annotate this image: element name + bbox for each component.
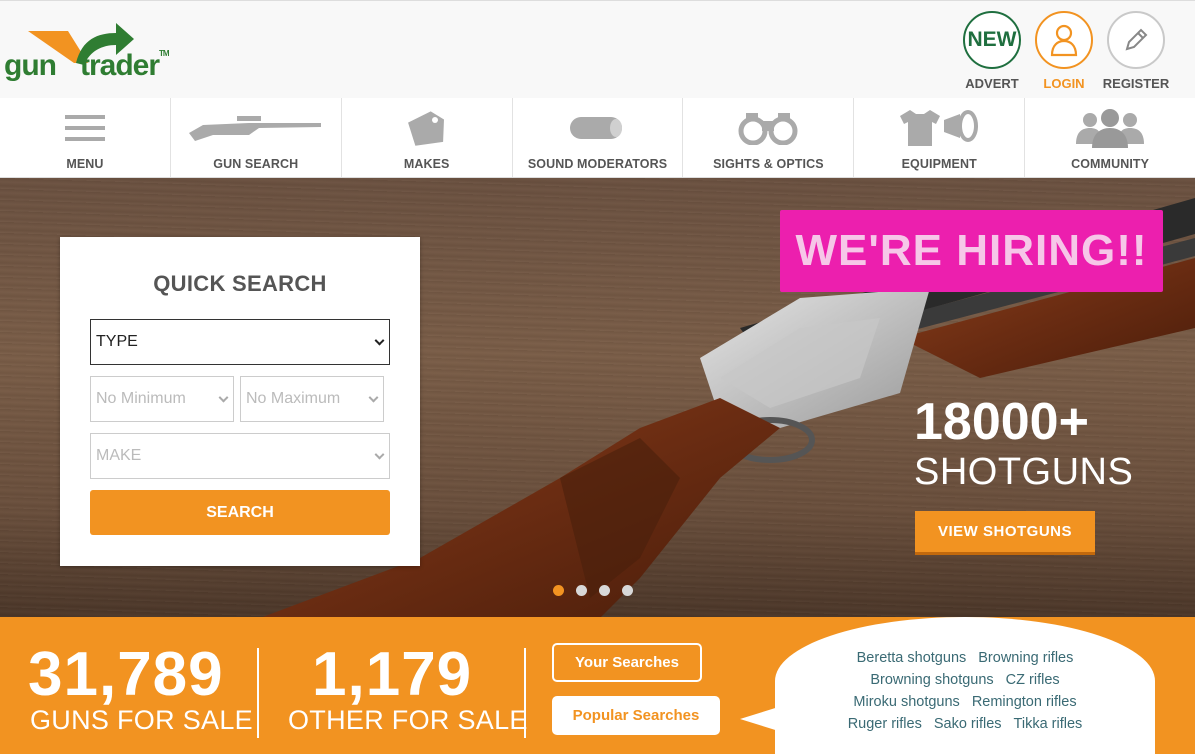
popular-searches-button[interactable]: Popular Searches: [552, 696, 720, 735]
community-icon: [1025, 104, 1195, 152]
equipment-icon: [854, 104, 1024, 152]
hiring-banner[interactable]: WE'RE HIRING!!: [780, 210, 1163, 292]
nav-label: COMMUNITY: [1071, 157, 1150, 171]
site-header: gun traderTM NEW ADVERT LOGIN REGISTER: [0, 0, 1195, 98]
min-price-select[interactable]: No Minimum: [90, 376, 234, 422]
pencil-icon: [1107, 11, 1165, 69]
other-count: 1,179: [312, 640, 473, 709]
register-label: REGISTER: [1102, 76, 1170, 91]
register-button[interactable]: REGISTER: [1103, 11, 1169, 91]
nav-item-gun-search[interactable]: GUN SEARCH: [171, 98, 342, 177]
user-icon: [1035, 11, 1093, 69]
your-searches-button[interactable]: Your Searches: [552, 643, 702, 682]
quick-search-panel: QUICK SEARCH TYPE No Minimum No Maximum …: [60, 237, 420, 566]
carousel-dot[interactable]: [576, 585, 587, 596]
page: gun traderTM NEW ADVERT LOGIN REGISTER ME…: [0, 0, 1195, 754]
nav-item-sound-moderators[interactable]: SOUND MODERATORS: [513, 98, 684, 177]
max-price-select[interactable]: No Maximum: [240, 376, 384, 422]
nav-label: SIGHTS & OPTICS: [713, 157, 824, 171]
link-cz-rifles[interactable]: CZ rifles: [1006, 672, 1060, 688]
shotgun-count: 18000+: [914, 393, 1089, 451]
new-advert-button[interactable]: NEW ADVERT: [962, 11, 1022, 91]
link-miroku-shotguns[interactable]: Miroku shotguns: [853, 694, 959, 710]
divider: [524, 648, 526, 738]
new-advert-label: ADVERT: [965, 76, 1019, 91]
rifle-icon: [171, 104, 341, 152]
link-beretta-shotguns[interactable]: Beretta shotguns: [857, 650, 967, 666]
login-label: LOGIN: [1043, 76, 1085, 91]
link-browning-rifles[interactable]: Browning rifles: [978, 650, 1073, 666]
carousel-dot[interactable]: [622, 585, 633, 596]
nav-item-community[interactable]: COMMUNITY: [1025, 98, 1195, 177]
binoculars-icon: [683, 104, 853, 152]
link-ruger-rifles[interactable]: Ruger rifles: [848, 716, 922, 732]
login-button[interactable]: LOGIN: [1034, 11, 1094, 91]
link-tikka-rifles[interactable]: Tikka rifles: [1014, 716, 1083, 732]
quick-search-title: QUICK SEARCH: [153, 271, 327, 296]
other-label: OTHER FOR SALE: [288, 705, 528, 735]
nav-item-menu[interactable]: MENU: [0, 98, 171, 177]
stats-band: 31,789 GUNS FOR SALE 1,179 OTHER FOR SAL…: [0, 617, 1195, 754]
nav-item-sights-optics[interactable]: SIGHTS & OPTICS: [683, 98, 855, 177]
chevron-down-icon: [218, 392, 229, 403]
gun-trader-logo[interactable]: gun traderTM: [4, 19, 204, 89]
carousel-dot[interactable]: [553, 585, 564, 596]
chevron-down-icon: [374, 335, 385, 346]
guns-count: 31,789: [28, 640, 224, 709]
new-badge-icon: NEW: [963, 11, 1021, 69]
hero-carousel[interactable]: QUICK SEARCH TYPE No Minimum No Maximum …: [0, 178, 1195, 618]
carousel-dot[interactable]: [599, 585, 610, 596]
logo-wordmark: gun traderTM: [4, 49, 170, 82]
hamburger-icon: [0, 104, 170, 152]
nav-label: SOUND MODERATORS: [527, 157, 668, 171]
moderator-icon: [513, 104, 683, 152]
main-nav: MENU GUN SEARCH MAKES SOUND MODERATORS S…: [0, 98, 1195, 178]
guns-label: GUNS FOR SALE: [30, 705, 253, 735]
make-select[interactable]: MAKE: [90, 433, 390, 479]
search-button[interactable]: SEARCH: [90, 490, 390, 535]
nav-label: EQUIPMENT: [901, 157, 977, 171]
carousel-dots: [553, 585, 633, 596]
nav-item-equipment[interactable]: EQUIPMENT: [854, 98, 1026, 177]
link-remington-rifles[interactable]: Remington rifles: [972, 694, 1077, 710]
view-shotguns-button[interactable]: VIEW SHOTGUNS: [915, 511, 1095, 555]
chevron-down-icon: [374, 449, 385, 460]
nav-item-makes[interactable]: MAKES: [342, 98, 513, 177]
link-browning-shotguns[interactable]: Browning shotguns: [870, 672, 993, 688]
chevron-down-icon: [368, 392, 379, 403]
tag-icon: [342, 104, 512, 152]
nav-label: GUN SEARCH: [213, 157, 299, 171]
shotgun-label: SHOTGUNS: [914, 451, 1134, 493]
type-select[interactable]: TYPE: [90, 319, 390, 365]
nav-label: MENU: [66, 157, 104, 171]
link-sako-rifles[interactable]: Sako rifles: [934, 716, 1002, 732]
divider: [257, 648, 259, 738]
popular-links: Beretta shotguns Browning rifles Browning…: [790, 647, 1140, 735]
nav-label: MAKES: [403, 157, 450, 171]
